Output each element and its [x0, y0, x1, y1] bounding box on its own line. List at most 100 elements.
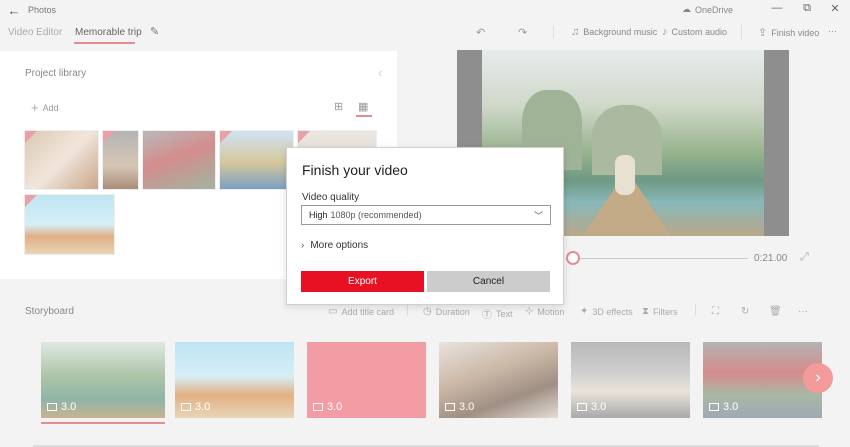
finish-video-button[interactable]: ⇪ Finish video: [758, 26, 819, 39]
used-marker: [103, 131, 115, 143]
clip-duration: 3.0: [459, 401, 475, 413]
image-icon: [445, 403, 455, 411]
music-note-icon: ♫: [571, 26, 580, 38]
image-icon: [313, 403, 323, 411]
selected-clip-indicator: [41, 422, 165, 424]
clock-icon: ◷: [423, 306, 432, 317]
background-music-label: Background music: [583, 27, 658, 37]
text-icon: Ⓣ: [482, 310, 492, 321]
undo-button[interactable]: ↶: [476, 26, 485, 39]
more-options-icon[interactable]: ···: [828, 26, 837, 36]
playback-scrubber-handle[interactable]: [566, 251, 580, 265]
onedrive-status[interactable]: ☁ OneDrive: [682, 4, 733, 15]
app-name: Photos: [28, 5, 57, 15]
quality-level: High: [309, 210, 328, 220]
total-duration: 0:21.00: [754, 253, 788, 264]
close-button[interactable]: ✕: [820, 2, 850, 15]
breadcrumb-video-editor[interactable]: Video Editor: [8, 27, 62, 38]
title-card-icon: ▭: [328, 306, 338, 317]
duration-button[interactable]: ◷ Duration: [423, 306, 470, 317]
resize-button[interactable]: ⛶: [712, 306, 719, 317]
storyboard-clip[interactable]: 3.0: [439, 342, 558, 418]
clip-duration: 3.0: [61, 401, 77, 413]
library-thumbnail[interactable]: [142, 130, 216, 190]
dialog-title: Finish your video: [302, 162, 408, 178]
storyboard-next-arrow-icon[interactable]: ›: [803, 363, 833, 393]
custom-audio-label: Custom audio: [671, 27, 728, 37]
image-icon: [181, 403, 191, 411]
add-media-button[interactable]: + Add: [31, 100, 59, 115]
rotate-icon: ↻: [741, 306, 750, 317]
more-options-label: More options: [310, 240, 369, 251]
library-thumbnail[interactable]: [24, 194, 115, 255]
resize-icon: ⛶: [712, 306, 719, 317]
finish-video-label: Finish video: [771, 27, 820, 38]
filters-icon: ⧗: [642, 306, 650, 317]
minimize-button[interactable]: —: [762, 2, 792, 14]
more-options-toggle[interactable]: › More options: [301, 240, 368, 251]
text-button[interactable]: Ⓣ Text: [482, 306, 513, 322]
fullscreen-expand-icon[interactable]: ⤢: [800, 251, 809, 264]
audio-icon: ♪: [662, 26, 668, 38]
used-marker: [220, 131, 232, 143]
onedrive-label: OneDrive: [695, 4, 734, 15]
redo-button[interactable]: ↷: [518, 26, 527, 39]
duration-label: Duration: [435, 306, 470, 317]
toolbar-divider: [553, 25, 554, 39]
back-arrow-icon[interactable]: ←: [0, 3, 28, 18]
motion-icon: ⊹: [525, 306, 534, 317]
3d-effects-label: 3D effects: [592, 306, 633, 317]
used-marker: [298, 131, 310, 143]
toolbar-divider: [741, 25, 742, 39]
3d-effects-icon: ✦: [580, 306, 589, 317]
add-title-card-button[interactable]: ▭ Add title card: [328, 306, 394, 317]
quality-detail: 1080p (recommended): [330, 210, 422, 220]
small-grid-icon[interactable]: ▦: [358, 100, 368, 113]
rotate-button[interactable]: ↻: [741, 306, 749, 317]
library-thumbnail[interactable]: [219, 130, 294, 190]
chevron-down-icon: ﹀: [533, 211, 543, 221]
redo-icon: ↷: [518, 27, 528, 39]
large-grid-icon[interactable]: ⊞: [334, 100, 343, 113]
cloud-icon: ☁: [682, 4, 691, 14]
maximize-button[interactable]: ⧉: [792, 2, 822, 15]
add-title-card-label: Add title card: [341, 306, 394, 317]
background-music-button[interactable]: ♫ Background music: [571, 26, 657, 38]
motion-label: Motion: [537, 306, 565, 317]
video-quality-select[interactable]: High 1080p (recommended) ﹀: [301, 205, 551, 225]
storyboard-clip[interactable]: 3.0: [41, 342, 165, 418]
storyboard-clip[interactable]: 3.0: [307, 342, 426, 418]
delete-button[interactable]: 🗑: [769, 306, 782, 317]
finish-video-dialog: Finish your video Video quality High 108…: [286, 147, 564, 305]
storyboard-clip[interactable]: 3.0: [175, 342, 294, 418]
3d-effects-button[interactable]: ✦ 3D effects: [580, 306, 633, 317]
used-marker: [25, 195, 37, 207]
add-media-label: Add: [42, 102, 59, 113]
pencil-icon[interactable]: ✎: [150, 25, 159, 38]
motion-button[interactable]: ⊹ Motion: [525, 306, 564, 317]
plus-icon: +: [31, 100, 39, 115]
export-button[interactable]: Export: [301, 271, 424, 292]
chevron-right-icon: ›: [301, 240, 305, 251]
clip-duration: 3.0: [195, 401, 211, 413]
image-icon: [709, 403, 719, 411]
text-label: Text: [496, 308, 513, 319]
image-icon: [577, 403, 587, 411]
toolbar-divider: [695, 304, 696, 316]
project-name-underline: [74, 42, 135, 44]
storyboard-clip[interactable]: 3.0: [571, 342, 690, 418]
library-thumbnail[interactable]: [102, 130, 139, 190]
filters-label: Filters: [653, 306, 678, 317]
playback-scrubber-track[interactable]: [580, 258, 748, 259]
custom-audio-button[interactable]: ♪ Custom audio: [662, 26, 727, 38]
view-selected-underline: [356, 115, 372, 117]
used-marker: [25, 131, 37, 143]
storyboard-more-icon[interactable]: ···: [798, 306, 808, 317]
cancel-button[interactable]: Cancel: [427, 271, 550, 292]
library-thumbnail[interactable]: [24, 130, 99, 190]
project-name[interactable]: Memorable trip: [75, 27, 142, 38]
collapse-chevron-icon[interactable]: ‹: [378, 65, 382, 80]
filters-button[interactable]: ⧗ Filters: [642, 306, 678, 317]
clip-duration: 3.0: [327, 401, 343, 413]
project-library-title: Project library: [25, 68, 87, 79]
